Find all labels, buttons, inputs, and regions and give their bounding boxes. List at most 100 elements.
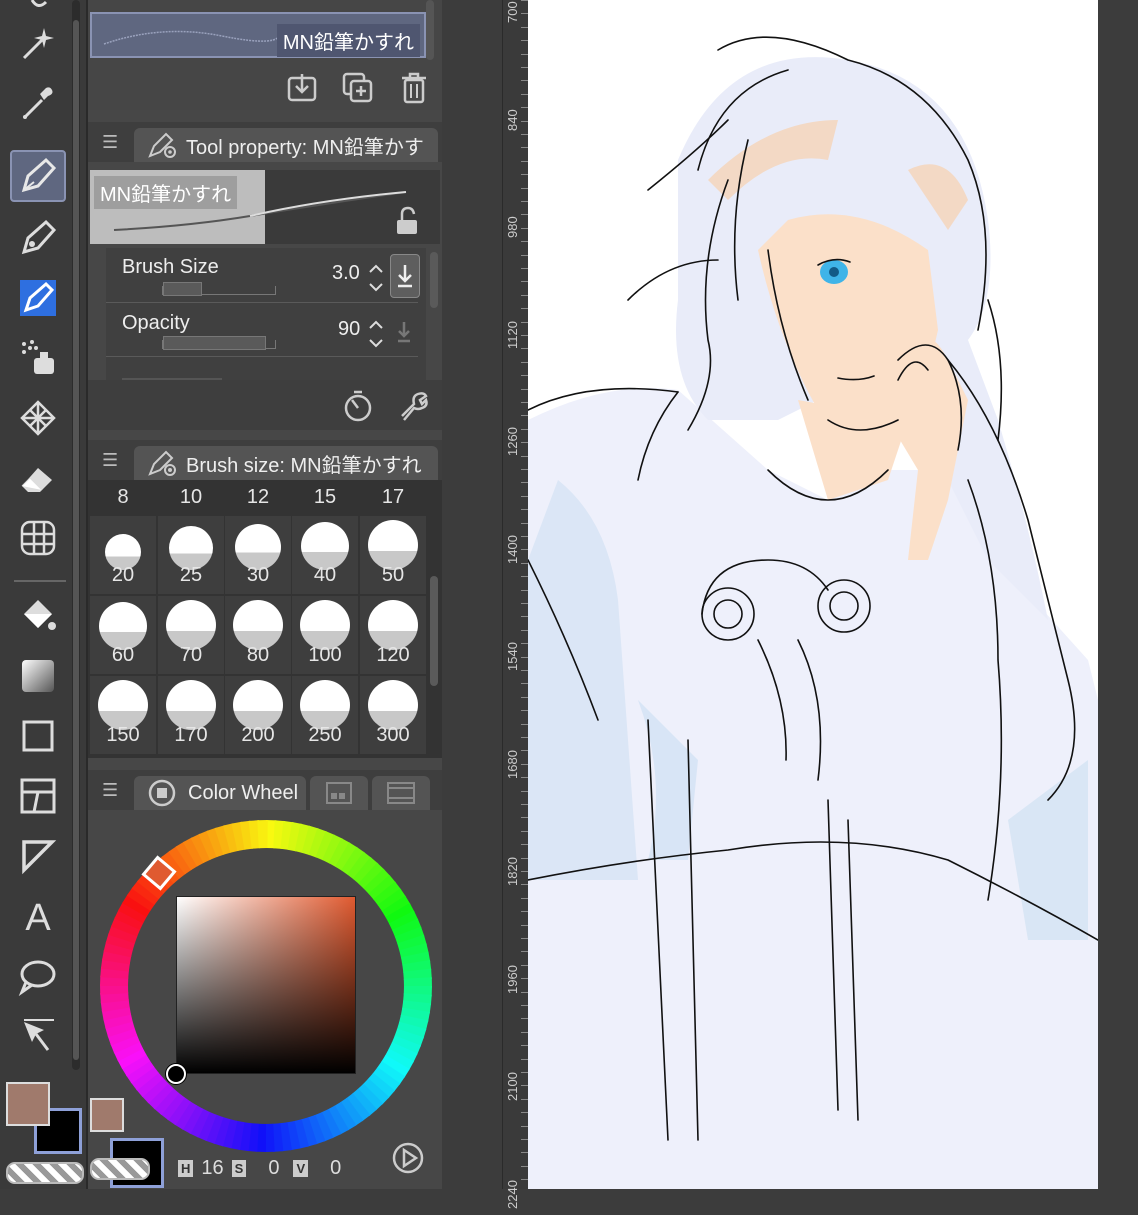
brush-size-cell[interactable]: 60 [90, 596, 156, 674]
gradient-icon[interactable] [10, 650, 66, 702]
tool-property-footer [88, 380, 442, 430]
tab-color-wheel[interactable]: Color Wheel [134, 776, 306, 810]
brush-size-cell[interactable]: 20 [90, 516, 156, 594]
brush-size-slider[interactable] [162, 282, 276, 296]
brush-size-cell[interactable]: 30 [225, 516, 291, 594]
brush-size-dot [368, 600, 418, 650]
canvas-right-gutter [1098, 0, 1138, 1189]
drawing-canvas[interactable] [528, 0, 1098, 1189]
brush-size-cell[interactable]: 200 [225, 676, 291, 754]
ruler-icon[interactable] [10, 830, 66, 882]
panel-menu-icon-2[interactable]: ☰ [102, 450, 118, 471]
panel-separator [442, 0, 502, 1189]
download-brush-icon[interactable] [284, 70, 320, 106]
tool-property-title: Tool property: MN鉛筆かす [186, 136, 424, 159]
brush-list-item-selected[interactable]: MN鉛筆かすれ [90, 12, 426, 58]
ruler-label: 1820 [505, 857, 520, 887]
brush-size-pressure-button[interactable] [390, 254, 420, 298]
brush-size-top-label[interactable]: 8 [90, 486, 156, 509]
brush-size-dot [98, 680, 148, 730]
tab-brush-size[interactable]: Brush size: MN鉛筆かすれ [134, 446, 438, 480]
ruler-label: 1400 [505, 535, 520, 564]
main-color-swatch-front[interactable] [6, 1082, 50, 1126]
brush-size-cell[interactable]: 150 [90, 676, 156, 754]
transparent-color-swatch[interactable] [6, 1162, 84, 1184]
tool-property-header: ☰ Tool property: MN鉛筆かす [88, 122, 442, 162]
brush-size-cell[interactable]: 100 [292, 596, 358, 674]
tool-property-scrollbar[interactable] [430, 252, 438, 308]
duplicate-brush-icon[interactable] [340, 70, 376, 106]
partial-tool-icon[interactable] [10, 0, 66, 14]
brush-size-cell[interactable]: 80 [225, 596, 291, 674]
ruler-label: 980 [505, 216, 520, 238]
brush-size-cell[interactable]: 250 [292, 676, 358, 754]
fill-icon[interactable] [10, 590, 66, 642]
color-wheel-panel: H 16 S 0 V 0 [88, 810, 442, 1189]
toolbar-scrollbar[interactable] [72, 0, 80, 1070]
brush-size-cell[interactable]: 170 [158, 676, 224, 754]
brush-size-top-label[interactable]: 15 [292, 486, 358, 509]
pencil-icon[interactable] [10, 212, 66, 264]
brush-size-label: 30 [246, 564, 270, 586]
opacity-slider[interactable] [162, 336, 276, 350]
brush-size-top-label[interactable]: 12 [225, 486, 291, 509]
brush-size-grid: 20 25 30 40 50 60 70 80 100 120 150 170 200 250 300 [88, 480, 442, 758]
frame-icon[interactable] [10, 770, 66, 822]
brush-size-scrollbar[interactable] [430, 576, 438, 686]
hsv-readout: H 16 S 0 V 0 [178, 1154, 341, 1182]
panel-menu-icon[interactable]: ☰ [102, 132, 118, 153]
eraser-icon[interactable] [10, 452, 66, 504]
play-circle-icon[interactable] [390, 1140, 426, 1176]
brush-size-label: 120 [376, 644, 410, 666]
brush-size-dot [233, 600, 283, 650]
ruler-label: 1680 [505, 750, 520, 779]
brush-size-label: 250 [308, 724, 342, 746]
brush-size-cell[interactable]: 25 [158, 516, 224, 594]
airbrush-icon[interactable] [10, 332, 66, 384]
brush-size-label: 60 [111, 644, 135, 666]
operation-icon[interactable] [10, 1010, 66, 1062]
brush-size-label: 170 [174, 724, 208, 746]
decoration-icon[interactable] [10, 392, 66, 444]
brush-size-cell[interactable]: 40 [292, 516, 358, 594]
tool-property-timer-icon[interactable] [340, 388, 376, 424]
ruler-label: 840 [505, 108, 520, 131]
brush-size-stepper[interactable] [368, 262, 384, 294]
brush-size-label: Brush Size [122, 256, 219, 278]
opacity-label: Opacity [122, 312, 190, 334]
magic-wand-icon[interactable] [10, 16, 66, 68]
unlock-icon[interactable] [394, 206, 420, 236]
opacity-pressure-icon[interactable] [392, 318, 416, 348]
figure-icon[interactable] [10, 710, 66, 762]
pen-icon[interactable] [10, 150, 66, 202]
brush-size-dot [233, 680, 283, 730]
brush-size-cell[interactable]: 50 [360, 516, 426, 594]
brush-size-top-label[interactable]: 10 [158, 486, 224, 509]
saturation-value-square[interactable] [176, 896, 356, 1074]
marker-icon[interactable] [10, 272, 66, 324]
toolbar-divider [14, 580, 66, 582]
brush-list-scrollbar[interactable] [426, 0, 434, 60]
delete-brush-icon[interactable] [396, 70, 432, 106]
tab-tool-property[interactable]: Tool property: MN鉛筆かす [134, 128, 438, 162]
sv-cursor[interactable] [166, 1064, 186, 1084]
text-icon[interactable]: A [10, 890, 66, 942]
opacity-stepper[interactable] [368, 318, 384, 350]
blend-icon[interactable] [10, 512, 66, 564]
wrench-icon[interactable] [394, 388, 430, 424]
panel-menu-icon-3[interactable]: ☰ [102, 780, 118, 801]
transparent-mini[interactable] [90, 1158, 150, 1180]
ruler-label: 2100 [505, 1072, 520, 1102]
brush-size-dot [368, 520, 418, 570]
main-color-mini[interactable] [90, 1098, 124, 1132]
tab-color-set[interactable] [310, 776, 368, 810]
tab-color-history[interactable] [372, 776, 430, 810]
brush-size-cell[interactable]: 70 [158, 596, 224, 674]
balloon-icon[interactable] [10, 950, 66, 1002]
ruler-label: 1260 [505, 427, 520, 457]
brush-size-cell[interactable]: 300 [360, 676, 426, 754]
brush-size-cell[interactable]: 120 [360, 596, 426, 674]
brush-size-dot [166, 600, 216, 650]
eyedropper-icon[interactable] [10, 76, 66, 128]
brush-size-top-label[interactable]: 17 [360, 486, 426, 509]
